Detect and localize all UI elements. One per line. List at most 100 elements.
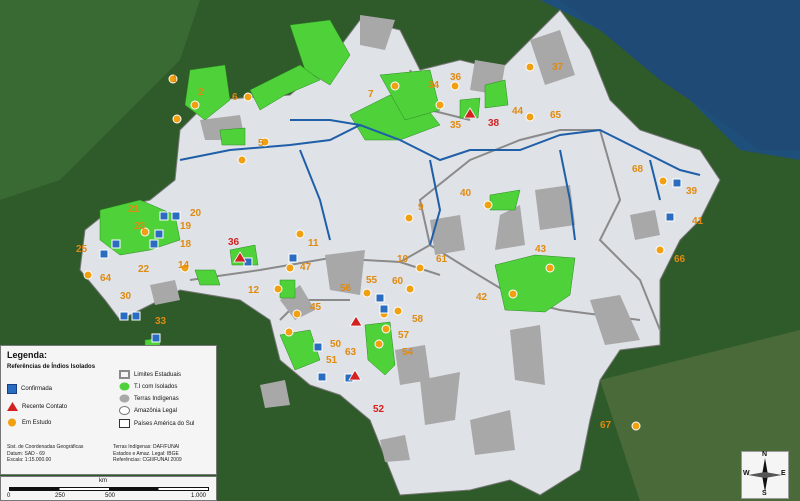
confirmed-marker xyxy=(317,372,327,382)
confirmed-marker-icon xyxy=(7,384,17,394)
meta-line: Referências: CGII/FUNAI 2009 xyxy=(113,457,182,463)
legend-label: Países América do Sul xyxy=(134,420,195,427)
legend-item-indigenous-land: Terras Indígenas xyxy=(119,394,179,403)
reference-number-label: 42 xyxy=(476,292,488,303)
reference-number-label: 44 xyxy=(512,106,524,117)
compass-north: N xyxy=(762,451,768,458)
reference-number-label: 57 xyxy=(398,330,410,341)
confirmed-marker xyxy=(313,342,323,352)
reference-number-label: 56 xyxy=(340,283,352,294)
reference-number-label: 19 xyxy=(180,221,192,232)
study-marker xyxy=(243,92,253,102)
confirmed-marker xyxy=(379,304,389,314)
reference-number-label: 68 xyxy=(632,164,644,175)
reference-number-label: 34 xyxy=(428,80,440,91)
legend-subtitle: Referências de Índios Isolados xyxy=(7,364,96,370)
scale-bar-panel: km 0 250 500 1.000 xyxy=(0,476,217,501)
legend-item-study: Em Estudo xyxy=(7,418,51,427)
legend-label: Recente Contato xyxy=(22,403,68,410)
reference-number-label: 61 xyxy=(436,254,448,265)
reference-number-label: 45 xyxy=(310,302,322,313)
study-marker xyxy=(273,284,283,294)
reference-number-label: 47 xyxy=(300,262,312,273)
study-marker xyxy=(415,263,425,273)
confirmed-marker xyxy=(119,311,129,321)
reference-number-label: 33 xyxy=(155,316,167,327)
study-marker xyxy=(172,114,182,124)
confirmed-marker xyxy=(672,178,682,188)
reference-number-label: 1 xyxy=(172,74,178,85)
reference-number-label: 7 xyxy=(368,89,374,100)
reference-number-label: 21 xyxy=(128,204,140,215)
isolated-land-icon xyxy=(119,382,130,391)
study-marker xyxy=(404,213,414,223)
legend-label: T.I com Isolados xyxy=(134,383,178,390)
compass-south: S xyxy=(762,490,767,497)
study-marker xyxy=(450,81,460,91)
reference-number-label: 65 xyxy=(550,110,562,121)
reference-number-label: 25 xyxy=(76,244,88,255)
reference-number-label: 20 xyxy=(190,208,202,219)
legend-label: Em Estudo xyxy=(22,419,52,426)
scale-tick: 0 xyxy=(7,493,11,499)
reference-number-label: 30 xyxy=(120,291,132,302)
study-marker xyxy=(83,270,93,280)
reference-number-label: 11 xyxy=(308,238,319,249)
reference-number-label: 43 xyxy=(535,244,547,255)
legend-item-recent-contact: Recente Contato xyxy=(7,402,67,411)
study-marker xyxy=(545,263,555,273)
indigenous-land-icon xyxy=(119,394,130,403)
reference-number-label: 35 xyxy=(450,120,462,131)
reference-number-label: 55 xyxy=(366,275,378,286)
study-marker xyxy=(393,306,403,316)
study-marker xyxy=(284,327,294,337)
legend-meta-left: Sist. de Coordenadas Geográficas Datum: … xyxy=(7,444,83,464)
reference-number-label: 60 xyxy=(392,276,404,287)
reference-number-label: 5 xyxy=(258,138,264,149)
compass-rose: N S E W xyxy=(741,451,789,499)
reference-number-label: 2 xyxy=(198,87,204,98)
legend-item-state-limits: Limites Estaduais xyxy=(119,370,181,379)
confirmed-marker xyxy=(159,211,169,221)
confirmed-marker xyxy=(171,211,181,221)
study-marker xyxy=(295,229,305,239)
legend-panel: Legenda: Referências de Índios Isolados … xyxy=(0,345,217,475)
legend-item-amazonia-legal: Amazônia Legal xyxy=(119,406,177,415)
reference-number-label: 66 xyxy=(674,254,686,265)
reference-number-label: 37 xyxy=(552,62,564,73)
confirmed-marker xyxy=(151,333,161,343)
compass-west: W xyxy=(743,470,750,477)
confirmed-marker xyxy=(99,249,109,259)
study-marker xyxy=(525,62,535,72)
reference-number-label: 38 xyxy=(488,118,500,129)
confirmed-marker xyxy=(154,229,164,239)
study-marker xyxy=(374,339,384,349)
countries-icon xyxy=(119,419,130,428)
reference-number-label: 18 xyxy=(180,239,192,250)
reference-number-label: 9 xyxy=(418,202,424,213)
scale-tick: 1.000 xyxy=(191,493,207,499)
legend-label: Amazônia Legal xyxy=(134,407,178,414)
study-marker xyxy=(655,245,665,255)
meta-line: Terras Indígenas: DAF/FUNAI xyxy=(113,444,180,450)
reference-number-label: 54 xyxy=(402,347,414,358)
meta-line: Escala: 1:15.000.00 xyxy=(7,457,52,463)
reference-number-label: 52 xyxy=(373,404,385,415)
map-canvas: 1 2 6 7 34 36 37 44 65 35 38 5 68 39 40 41 9 11 43 66 61 10 42… xyxy=(0,0,800,501)
study-marker xyxy=(508,289,518,299)
confirmed-marker xyxy=(111,239,121,249)
state-limit-icon xyxy=(119,370,130,379)
reference-number-label: 23 xyxy=(134,221,146,232)
study-marker xyxy=(658,176,668,186)
reference-number-label: 6 xyxy=(232,92,238,103)
reference-number-label: 39 xyxy=(686,186,698,197)
reference-number-label: 14 xyxy=(178,260,190,271)
confirmed-marker xyxy=(375,293,385,303)
reference-number-label: 64 xyxy=(100,273,112,284)
reference-number-label: 63 xyxy=(345,347,357,358)
study-marker xyxy=(483,200,493,210)
scale-bar xyxy=(9,487,209,491)
confirmed-marker xyxy=(149,239,159,249)
study-marker xyxy=(381,324,391,334)
reference-number-label: 12 xyxy=(248,285,260,296)
